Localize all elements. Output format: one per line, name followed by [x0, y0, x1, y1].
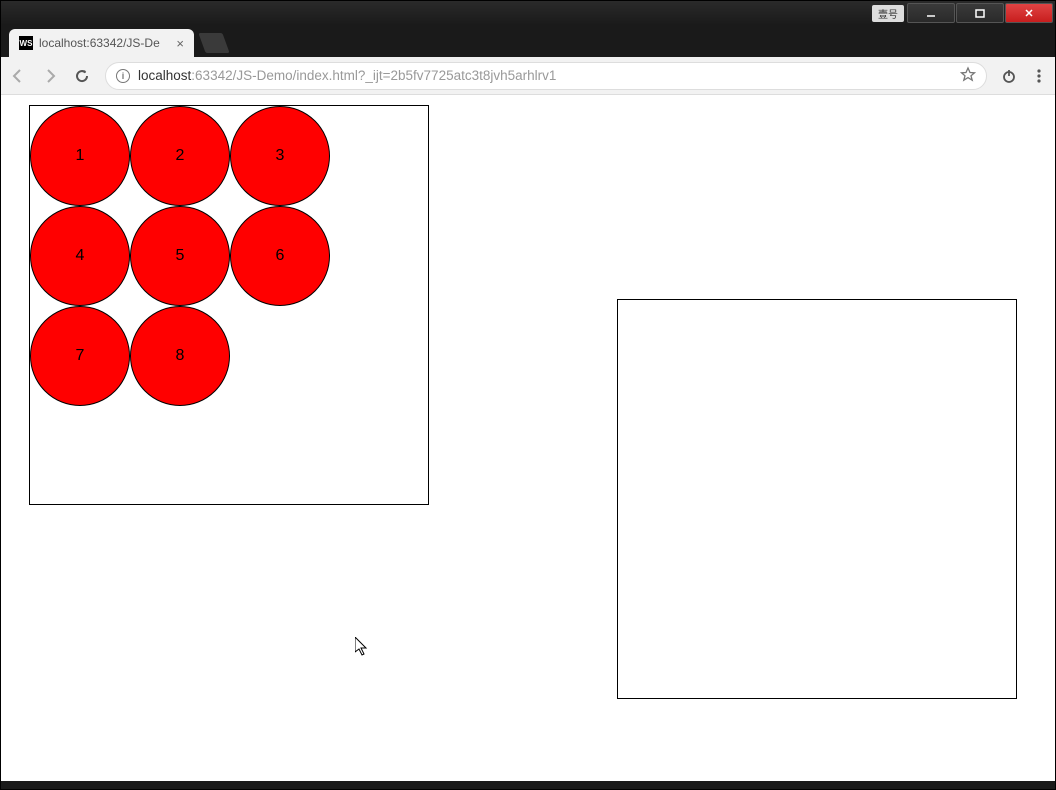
circle-item[interactable]: 4 [30, 206, 130, 306]
browser-tab[interactable]: WS localhost:63342/JS-De × [9, 29, 194, 57]
reload-icon[interactable] [73, 67, 91, 85]
address-bar-row: i localhost:63342/JS-Demo/index.html?_ij… [1, 57, 1055, 95]
page-content: 1 2 3 4 5 6 7 8 [1, 95, 1055, 781]
forward-icon[interactable] [41, 67, 59, 85]
browser-tabs-area: WS localhost:63342/JS-De × [1, 25, 1055, 57]
box-right [617, 299, 1017, 699]
circle-item[interactable]: 6 [230, 206, 330, 306]
circle-item[interactable]: 8 [130, 306, 230, 406]
window-frame: 壹号 WS localhost:63342/JS-De × i lo [0, 0, 1056, 790]
title-bar: 壹号 [1, 1, 1055, 25]
back-icon[interactable] [9, 67, 27, 85]
circle-item[interactable]: 1 [30, 106, 130, 206]
bookmark-star-icon[interactable] [960, 66, 976, 85]
url-path: :63342/JS-Demo/index.html?_ijt=2b5fv7725… [191, 68, 556, 83]
box-left: 1 2 3 4 5 6 7 8 [29, 105, 429, 505]
circle-item[interactable]: 5 [130, 206, 230, 306]
circle-item[interactable]: 3 [230, 106, 330, 206]
circle-item[interactable]: 7 [30, 306, 130, 406]
minimize-button[interactable] [907, 3, 955, 23]
new-tab-button[interactable] [198, 33, 229, 53]
url-host: localhost [138, 68, 191, 83]
url-text: localhost:63342/JS-Demo/index.html?_ijt=… [138, 68, 556, 83]
favicon-icon: WS [19, 36, 33, 50]
cursor-icon [355, 637, 371, 657]
close-button[interactable] [1005, 3, 1053, 23]
address-bar[interactable]: i localhost:63342/JS-Demo/index.html?_ij… [105, 62, 987, 90]
menu-icon[interactable] [1031, 68, 1047, 84]
close-tab-icon[interactable]: × [176, 36, 184, 51]
title-bar-label: 壹号 [872, 5, 904, 22]
window-bottom-border [1, 781, 1055, 789]
info-icon[interactable]: i [116, 69, 130, 83]
tab-title: localhost:63342/JS-De [39, 36, 160, 50]
power-icon[interactable] [1001, 68, 1017, 84]
circle-item[interactable]: 2 [130, 106, 230, 206]
maximize-button[interactable] [956, 3, 1004, 23]
